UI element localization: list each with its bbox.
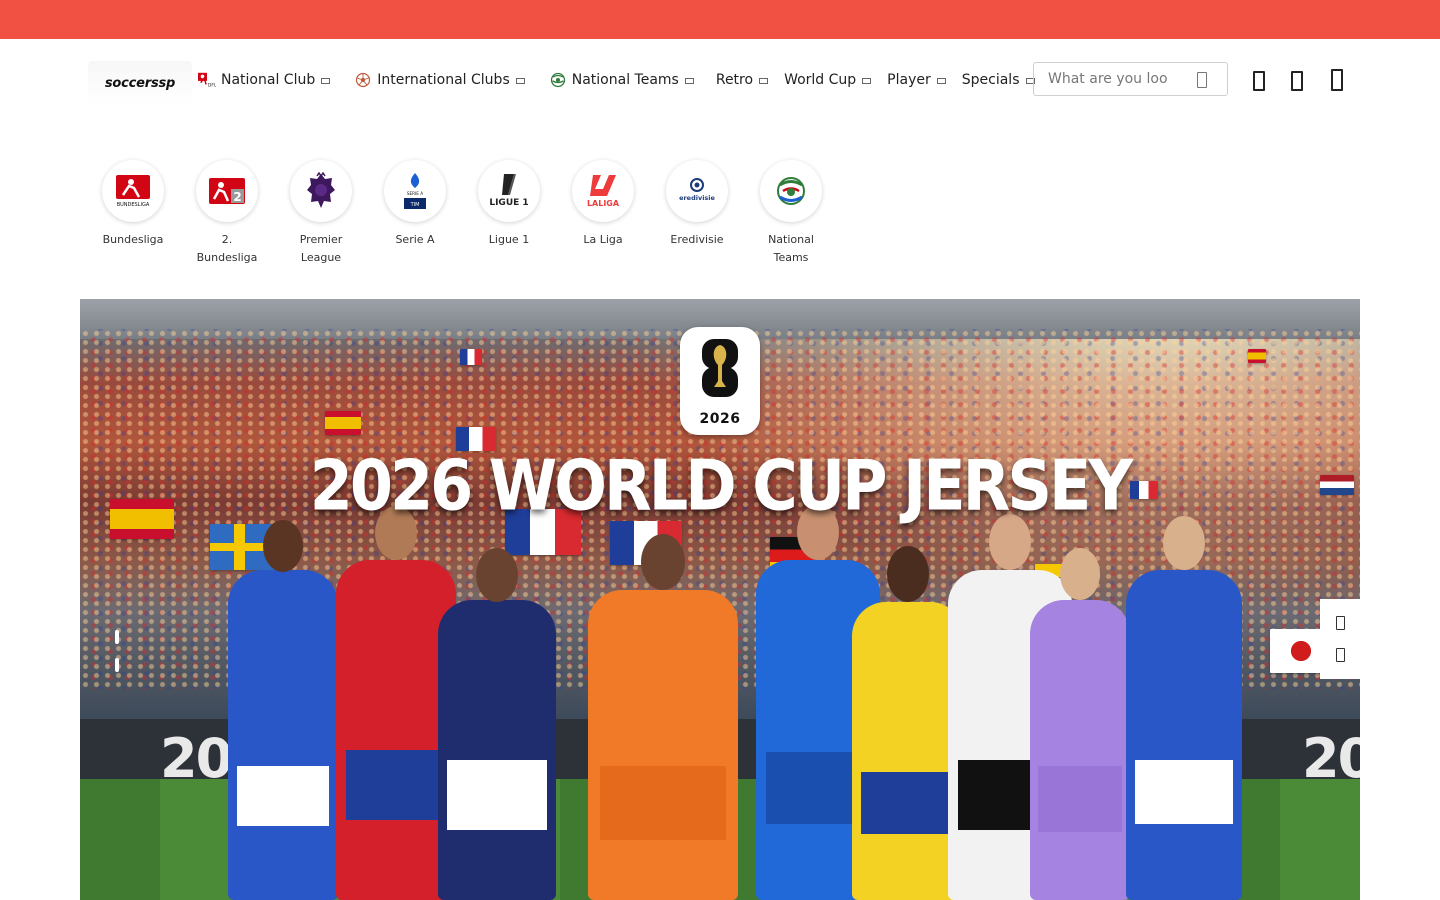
nav-item-player[interactable]: Player: [887, 72, 946, 88]
search-icon[interactable]: [1197, 72, 1207, 88]
trophy-icon: [702, 339, 738, 397]
league-national-teams[interactable]: National Teams: [744, 160, 838, 267]
ligue-1-logo-icon: LIGUE 1: [478, 160, 540, 222]
league-label: Premier League: [299, 233, 343, 264]
slider-dot[interactable]: [115, 658, 119, 672]
national-teams-globe-icon: [760, 160, 822, 222]
nav-item-label: Player: [887, 72, 931, 88]
svg-text:DFL: DFL: [208, 82, 216, 88]
svg-text:BUNDESLIGA: BUNDESLIGA: [117, 202, 150, 208]
league-label: Serie A: [395, 233, 435, 246]
nav-item-label: Retro: [715, 72, 754, 88]
nav-item-label: National Club: [221, 72, 316, 88]
bundesliga-logo-icon: BUNDESLIGA: [102, 160, 164, 222]
player-japan: [228, 520, 338, 900]
world-cup-2026-emblem: 2026: [680, 327, 760, 435]
chevron-down-icon: [936, 77, 946, 84]
chat-icon[interactable]: [1335, 648, 1345, 662]
svg-text:TIM: TIM: [410, 202, 420, 208]
site-logo[interactable]: soccerssp: [88, 61, 192, 105]
league-premier-league[interactable]: Premier League: [274, 160, 368, 267]
nav-item-label: World Cup: [784, 72, 857, 88]
announcement-bar: [0, 0, 1440, 39]
site-header: soccerssp DFL National Club Internationa…: [0, 39, 1440, 121]
account-icon[interactable]: [1253, 71, 1265, 91]
eredivisie-logo-icon: eredivisie: [666, 160, 728, 222]
league-serie-a[interactable]: SERIE A TIM Serie A: [368, 160, 462, 267]
logo-text: soccerssp: [104, 75, 176, 91]
nav-item-label: National Teams: [571, 72, 679, 88]
chevron-down-icon: [515, 77, 525, 84]
globe-ball-icon: [549, 71, 567, 89]
bundesliga-2-logo-icon: 2: [196, 160, 258, 222]
league-shortcuts: BUNDESLIGA Bundesliga 2 2. Bundesliga Pr…: [86, 160, 838, 267]
slider-pagination[interactable]: [115, 630, 119, 672]
player-netherlands: [588, 534, 738, 900]
player-purple-kit: [1030, 548, 1130, 900]
hero-title: 2026 WORLD CUP JERSEY: [309, 444, 1133, 527]
nav-item-national-teams[interactable]: National Teams: [549, 71, 694, 89]
share-icon[interactable]: [1335, 616, 1345, 630]
svg-text:LIGUE 1: LIGUE 1: [490, 198, 528, 208]
serie-a-logo-icon: SERIE A TIM: [384, 160, 446, 222]
bundesliga-flag-icon: DFL: [198, 71, 216, 89]
main-nav: DFL National Club International Clubs Na…: [198, 69, 1035, 91]
chevron-down-icon: [321, 77, 331, 84]
chevron-down-icon: [759, 77, 769, 84]
floating-side-controls: [1320, 599, 1360, 679]
hero-banner[interactable]: 202 202 10: [80, 299, 1360, 900]
nav-item-label: Specials: [961, 72, 1020, 88]
player-france: 10: [438, 548, 556, 900]
chevron-down-icon: [862, 77, 872, 84]
nav-item-label: International Clubs: [377, 72, 510, 88]
nav-item-retro[interactable]: Retro: [715, 72, 769, 88]
nav-item-specials[interactable]: Specials: [962, 72, 1035, 88]
svg-text:eredivisie: eredivisie: [679, 194, 715, 202]
league-bundesliga[interactable]: BUNDESLIGA Bundesliga: [86, 160, 180, 267]
league-label: 2. Bundesliga: [196, 233, 258, 264]
emblem-year: 2026: [699, 411, 741, 427]
nav-item-international-clubs[interactable]: International Clubs: [354, 71, 525, 89]
league-eredivisie[interactable]: eredivisie Eredivisie: [650, 160, 744, 267]
league-label: Ligue 1: [488, 233, 530, 246]
nav-item-world-cup[interactable]: World Cup: [784, 72, 872, 88]
wishlist-icon[interactable]: [1291, 71, 1303, 91]
chevron-down-icon: [684, 77, 694, 84]
league-label: La Liga: [583, 233, 623, 246]
search-box: [1033, 62, 1228, 96]
league-la-liga[interactable]: LALIGA La Liga: [556, 160, 650, 267]
svg-text:SERIE A: SERIE A: [407, 191, 423, 196]
search-input[interactable]: [1046, 70, 1186, 88]
ball-icon: [354, 71, 372, 89]
slider-dot[interactable]: [115, 630, 119, 644]
league-label: Bundesliga: [102, 233, 164, 246]
player-japan-right: [1126, 516, 1242, 900]
league-label: National Teams: [768, 233, 814, 264]
league-2-bundesliga[interactable]: 2 2. Bundesliga: [180, 160, 274, 267]
premier-league-lion-icon: [290, 160, 352, 222]
nav-item-national-club[interactable]: DFL National Club: [198, 71, 331, 89]
league-label: Eredivisie: [670, 233, 724, 246]
cart-icon[interactable]: [1331, 69, 1343, 91]
svg-text:2: 2: [233, 190, 241, 204]
league-ligue-1[interactable]: LIGUE 1 Ligue 1: [462, 160, 556, 267]
la-liga-logo-icon: LALIGA: [572, 160, 634, 222]
svg-text:LALIGA: LALIGA: [587, 199, 620, 208]
